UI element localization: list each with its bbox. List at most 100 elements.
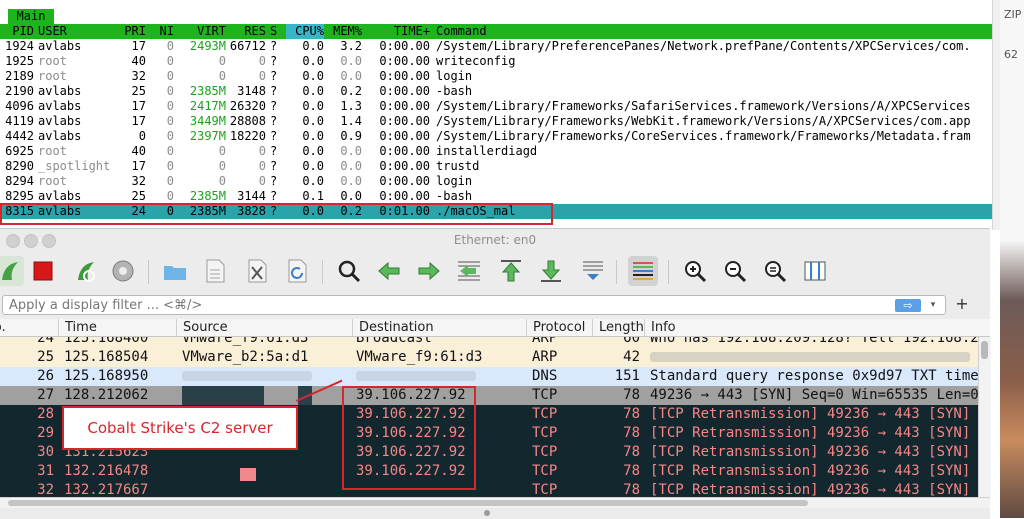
mem: 0.0 bbox=[340, 174, 362, 188]
process-row[interactable]: 1924 avlabs 17 0 2493M 66712? 0.0 3.2 0:00.00/Sy… bbox=[0, 39, 992, 54]
col-info[interactable]: Info bbox=[644, 319, 990, 336]
state: ? bbox=[270, 54, 278, 68]
close-window-icon[interactable] bbox=[6, 234, 20, 248]
htop-scrollbar[interactable] bbox=[992, 0, 1000, 230]
col-no[interactable]: No. bbox=[0, 319, 60, 336]
pri: 40 bbox=[131, 144, 146, 158]
resize-columns-button[interactable] bbox=[800, 256, 830, 286]
cpu: 0.0 bbox=[302, 39, 324, 53]
mem: 0.0 bbox=[340, 159, 362, 173]
capture-options-button[interactable] bbox=[108, 256, 138, 286]
stop-icon bbox=[33, 261, 53, 281]
stop-capture-button[interactable] bbox=[28, 256, 58, 286]
display-filter-input[interactable]: Apply a display filter ... <⌘/> ⇨ ▾ bbox=[2, 295, 946, 315]
add-filter-button[interactable]: + bbox=[954, 294, 970, 314]
go-back-button[interactable] bbox=[374, 256, 404, 286]
col-ni[interactable]: NI bbox=[150, 24, 174, 39]
htop-tab-main[interactable]: Main bbox=[8, 9, 54, 24]
ni: 0 bbox=[166, 159, 174, 173]
state: ? bbox=[270, 39, 278, 53]
col-time[interactable]: Time bbox=[58, 319, 176, 336]
packet-list-horizontal-scrollbar[interactable] bbox=[0, 497, 990, 508]
last-packet-button[interactable] bbox=[536, 256, 566, 286]
virt: 2385M bbox=[189, 84, 226, 98]
col-mem[interactable]: MEM% bbox=[330, 24, 362, 39]
user: root bbox=[38, 144, 67, 158]
process-row[interactable]: 6925 root 40 0 0 0? 0.0 0.0 0:00.00 installerdiag… bbox=[0, 144, 992, 159]
open-file-button[interactable] bbox=[160, 256, 190, 286]
pri: 25 bbox=[131, 84, 146, 98]
col-protocol[interactable]: Protocol bbox=[526, 319, 592, 336]
col-destination[interactable]: Destination bbox=[352, 319, 526, 336]
go-to-packet-button[interactable] bbox=[454, 256, 484, 286]
process-row[interactable]: 8294 root 32 0 0 0? 0.0 0.0 0:00.00 login bbox=[0, 174, 992, 189]
zoom-window-icon[interactable] bbox=[42, 234, 56, 248]
cpu: 0.0 bbox=[302, 114, 324, 128]
res: 0 bbox=[258, 159, 266, 173]
process-list: 1924 avlabs 17 0 2493M 66712? 0.0 3.2 0:00.00/Sy… bbox=[0, 39, 992, 219]
packet-row[interactable]: 24 125.168400 VMware_f9:61:d3 Broadcast ARP 6… bbox=[0, 337, 978, 348]
process-row[interactable]: 4096 avlabs 17 0 2417M 26320? 0.0 1.3 0:00.00/Sy… bbox=[0, 99, 992, 114]
close-file-button[interactable] bbox=[242, 256, 272, 286]
col-source[interactable]: Source bbox=[176, 319, 352, 336]
pane-splitter[interactable] bbox=[0, 508, 990, 519]
normal-size-button[interactable] bbox=[760, 256, 790, 286]
packet-row[interactable]: 26 125.168950 DNS 151 Standard query respons… bbox=[0, 367, 978, 386]
virt: 0 bbox=[218, 144, 226, 158]
pri: 40 bbox=[131, 54, 146, 68]
time: 0:00.00 bbox=[379, 189, 430, 203]
command: writeconfig bbox=[436, 54, 516, 68]
colorize-button[interactable] bbox=[628, 256, 658, 286]
process-row[interactable]: 8290 _spotlight 17 0 0 0? 0.0 0.0 0:00.00 trustd bbox=[0, 159, 992, 174]
packet-source-redacted bbox=[182, 367, 352, 386]
res: 28808 bbox=[229, 114, 266, 128]
command: /System/Library/Frameworks/CoreServices.… bbox=[436, 129, 971, 143]
col-user[interactable]: USER bbox=[38, 24, 118, 39]
find-packet-button[interactable] bbox=[334, 256, 364, 286]
reload-file-button[interactable] bbox=[282, 256, 312, 286]
packet-row[interactable]: 32 132.217667 TCP 78 [TCP Retransmission] 49… bbox=[0, 481, 978, 497]
start-capture-button[interactable] bbox=[0, 256, 24, 286]
save-file-button[interactable] bbox=[200, 256, 230, 286]
filter-history-dropdown-icon[interactable]: ▾ bbox=[927, 298, 939, 313]
pid: 4442 bbox=[5, 129, 34, 143]
minimize-window-icon[interactable] bbox=[24, 234, 38, 248]
process-row[interactable]: 4119 avlabs 17 0 3449M 28808? 0.0 1.4 0:00.00/Sy… bbox=[0, 114, 992, 129]
mem: 1.4 bbox=[340, 114, 362, 128]
wireshark-window: Ethernet: en0 Apply a display filter ...… bbox=[0, 228, 991, 519]
autoscroll-button[interactable] bbox=[578, 256, 608, 286]
col-res[interactable]: RES bbox=[226, 24, 266, 39]
process-row[interactable]: 2189 root 32 0 0 0? 0.0 0.0 0:00.00 login bbox=[0, 69, 992, 84]
col-state[interactable]: S bbox=[270, 24, 282, 39]
col-cpu[interactable]: CPU% bbox=[286, 24, 324, 39]
highlight-box-c2-destination bbox=[342, 386, 476, 490]
process-row[interactable]: 2190 avlabs 25 0 2385M 3148? 0.0 0.2 0:00.00 -bas… bbox=[0, 84, 992, 99]
zoom-out-button[interactable] bbox=[720, 256, 750, 286]
col-pid[interactable]: PID bbox=[0, 24, 34, 39]
zoom-in-button[interactable] bbox=[680, 256, 710, 286]
state: ? bbox=[270, 129, 278, 143]
apply-filter-arrow-icon[interactable]: ⇨ bbox=[895, 299, 921, 312]
process-row[interactable]: 1925 root 40 0 0 0? 0.0 0.0 0:00.00 writeconfig bbox=[0, 54, 992, 69]
scrollbar-thumb[interactable] bbox=[8, 500, 808, 506]
splitter-handle-icon[interactable] bbox=[484, 510, 490, 516]
process-row[interactable]: 8295 avlabs 25 0 2385M 3144? 0.1 0.0 0:00.00 -bas… bbox=[0, 189, 992, 204]
scrollbar-thumb[interactable] bbox=[981, 341, 988, 359]
packet-no: 25 bbox=[37, 349, 54, 365]
packet-row[interactable]: 31 132.216478 39.106.227.92 TCP 78 [TCP Retra… bbox=[0, 462, 978, 497]
col-length[interactable]: Length bbox=[592, 319, 644, 336]
user: avlabs bbox=[38, 39, 82, 53]
first-packet-button[interactable] bbox=[496, 256, 526, 286]
go-forward-button[interactable] bbox=[414, 256, 444, 286]
col-command[interactable]: Command bbox=[436, 24, 992, 39]
process-row[interactable]: 4442 avlabs 0 0 2397M 18220? 0.0 0.9 0:00.00/Sys… bbox=[0, 129, 992, 144]
col-virt[interactable]: VIRT bbox=[178, 24, 226, 39]
user: avlabs bbox=[38, 129, 82, 143]
col-time[interactable]: TIME+ bbox=[370, 24, 430, 39]
packet-row[interactable]: 25 125.168504 VMware_b2:5a:d1 VMware_f9:61:… bbox=[0, 348, 978, 367]
packet-info: [TCP Retransmission] 49236 → 443 [SYN] bbox=[650, 406, 971, 422]
packet-list-vertical-scrollbar[interactable] bbox=[978, 337, 991, 497]
restart-capture-button[interactable] bbox=[70, 256, 100, 286]
packet-row-selected[interactable]: 27 128.212062 39.106.227.92 TCP 78 49236 → 44… bbox=[0, 386, 978, 405]
col-pri[interactable]: PRI bbox=[118, 24, 146, 39]
